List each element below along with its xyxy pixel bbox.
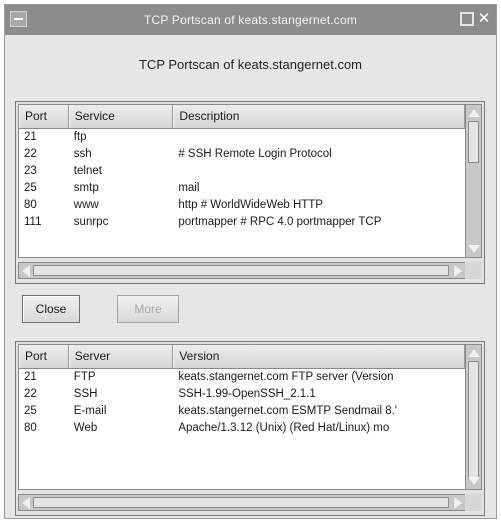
table-row[interactable]: 23 telnet <box>19 163 465 180</box>
description-cell: portmapper # RPC 4.0 portmapper TCP <box>178 216 382 228</box>
scroll-up-icon[interactable] <box>468 109 480 117</box>
close-button[interactable]: Close <box>22 295 80 323</box>
table-row[interactable]: 111 sunrpc portmapper # RPC 4.0 portmapp… <box>19 214 465 231</box>
port-cell: 25 <box>24 405 37 417</box>
services-list[interactable]: Port Service Description 21 ftp 22 ssh #… <box>18 104 466 258</box>
server-cell: E-mail <box>73 405 107 417</box>
service-cell: ftp <box>73 131 87 143</box>
port-cell: 80 <box>24 422 37 434</box>
port-cell: 22 <box>24 388 37 400</box>
description-cell: mail <box>178 182 200 194</box>
services-panel: Port Service Description 21 ftp 22 ssh #… <box>15 101 485 284</box>
table-row[interactable]: 22 SSH SSH-1.99-OpenSSH_2.1.1 <box>19 386 465 403</box>
version-cell: keats.stangernet.com FTP server (Version <box>178 371 394 383</box>
table-row[interactable]: 25 smtp mail <box>19 180 465 197</box>
service-cell: telnet <box>73 165 102 177</box>
column-header-description[interactable]: Description <box>173 105 465 128</box>
scroll-left-icon[interactable] <box>22 265 30 277</box>
scroll-thumb[interactable] <box>33 265 449 276</box>
servers-list[interactable]: Port Server Version 21 FTP keats.stanger… <box>18 344 466 490</box>
table-row[interactable]: 21 ftp <box>19 129 465 146</box>
column-header-port[interactable]: Port <box>19 105 69 128</box>
scroll-thumb[interactable] <box>33 497 449 508</box>
service-cell: sunrpc <box>73 216 109 228</box>
scroll-down-icon[interactable] <box>468 477 480 485</box>
column-header-port[interactable]: Port <box>19 345 69 368</box>
scroll-left-icon[interactable] <box>22 497 30 509</box>
service-cell: www <box>73 199 99 211</box>
column-header-version[interactable]: Version <box>173 345 465 368</box>
scroll-right-icon[interactable] <box>454 265 462 277</box>
port-cell: 111 <box>24 216 42 228</box>
description-cell: # SSH Remote Login Protocol <box>178 148 332 160</box>
scan-heading: TCP Portscan of keats.stangernet.com <box>138 57 363 72</box>
scroll-right-icon[interactable] <box>454 497 462 509</box>
scroll-up-icon[interactable] <box>468 349 480 357</box>
services-horizontal-scrollbar[interactable] <box>18 262 466 279</box>
servers-vertical-scrollbar[interactable] <box>465 344 482 490</box>
servers-horizontal-scrollbar[interactable] <box>18 494 466 511</box>
description-cell <box>173 129 465 146</box>
service-cell: smtp <box>73 182 99 194</box>
table-row[interactable]: 21 FTP keats.stangernet.com FTP server (… <box>19 369 465 386</box>
version-cell: SSH-1.99-OpenSSH_2.1.1 <box>178 388 316 400</box>
window-title: TCP Portscan of keats.stangernet.com <box>143 13 358 27</box>
description-cell <box>173 163 465 180</box>
version-cell: keats.stangernet.com ESMTP Sendmail 8.' <box>178 405 397 417</box>
close-icon[interactable]: ✕ <box>477 10 491 28</box>
server-cell: Web <box>73 422 98 434</box>
scroll-thumb[interactable] <box>468 361 479 479</box>
servers-header: Port Server Version <box>19 345 465 369</box>
scrollbar-corner <box>465 494 482 511</box>
services-header: Port Service Description <box>19 105 465 129</box>
port-cell: 22 <box>24 148 37 160</box>
column-header-server[interactable]: Server <box>68 345 174 368</box>
title-bar[interactable]: TCP Portscan of keats.stangernet.com ✕ <box>5 5 496 35</box>
portscan-window: TCP Portscan of keats.stangernet.com ✕ T… <box>4 4 497 519</box>
scrollbar-corner <box>465 262 482 279</box>
port-cell: 80 <box>24 199 37 211</box>
service-cell: ssh <box>73 148 92 160</box>
table-row[interactable]: 22 ssh # SSH Remote Login Protocol <box>19 146 465 163</box>
scroll-down-icon[interactable] <box>468 245 480 253</box>
port-cell: 21 <box>24 131 37 143</box>
more-button[interactable]: More <box>117 295 179 323</box>
table-row[interactable]: 25 E-mail keats.stangernet.com ESMTP Sen… <box>19 403 465 420</box>
description-cell: http # WorldWideWeb HTTP <box>178 199 323 211</box>
servers-panel: Port Server Version 21 FTP keats.stanger… <box>15 341 485 516</box>
services-vertical-scrollbar[interactable] <box>465 104 482 258</box>
maximize-icon[interactable] <box>460 12 474 26</box>
server-cell: FTP <box>73 371 96 383</box>
version-cell: Apache/1.3.12 (Unix) (Red Hat/Linux) mo <box>178 422 390 434</box>
column-header-service[interactable]: Service <box>68 105 174 128</box>
port-cell: 21 <box>24 371 37 383</box>
table-row[interactable]: 80 www http # WorldWideWeb HTTP <box>19 197 465 214</box>
port-cell: 23 <box>24 165 37 177</box>
server-cell: SSH <box>73 388 98 400</box>
scroll-thumb[interactable] <box>468 121 479 163</box>
table-row[interactable]: 80 Web Apache/1.3.12 (Unix) (Red Hat/Lin… <box>19 420 465 437</box>
port-cell: 25 <box>24 182 37 194</box>
